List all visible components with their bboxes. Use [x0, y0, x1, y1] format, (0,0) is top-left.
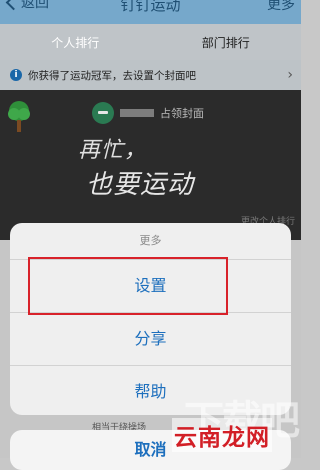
chevron-right-icon: ›	[287, 67, 293, 83]
tab-department-ranking[interactable]: 部门排行	[151, 34, 302, 51]
cover-notice-banner[interactable]: i 你获得了运动冠军，去设置个封面吧 ›	[0, 60, 301, 90]
blurred-name	[120, 109, 154, 117]
ranking-cover: 占领封面 再忙， 也要运动 更改个人排行	[0, 90, 301, 240]
tree-icon	[6, 100, 32, 138]
claim-cover-label: 占领封面	[160, 107, 204, 120]
page-title: 钉钉运动	[120, 0, 181, 14]
cover-slogan-line1: 再忙，	[78, 138, 148, 163]
cover-owner: 占领封面	[92, 102, 204, 124]
action-sheet: 更多 设置 分享 帮助	[10, 223, 291, 415]
tab-personal-ranking[interactable]: 个人排行	[0, 34, 151, 51]
share-option[interactable]: 分享	[10, 313, 291, 366]
info-icon: i	[10, 69, 22, 81]
cover-slogan-line2: 也要运动	[86, 170, 195, 200]
avatar	[92, 102, 114, 124]
settings-highlight-box	[28, 257, 228, 315]
nav-bar: 返回 钉钉运动 更多	[0, 0, 301, 24]
notice-text: 你获得了运动冠军，去设置个封面吧	[28, 69, 196, 82]
more-button[interactable]: 更多	[267, 0, 295, 14]
ranking-tabs: 个人排行 部门排行	[0, 24, 301, 60]
action-sheet-title: 更多	[10, 223, 291, 260]
watermark-text: 云南龙网	[172, 418, 272, 452]
